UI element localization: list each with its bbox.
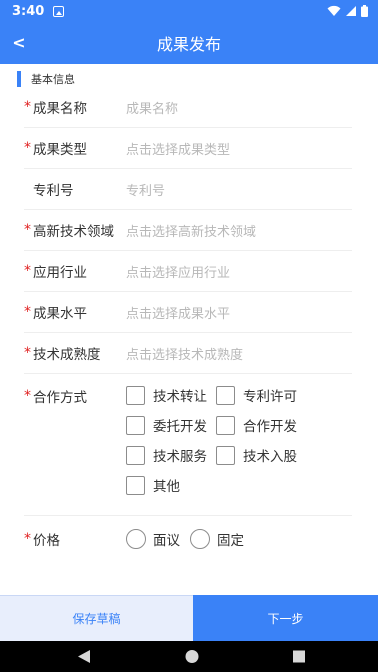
- nav-home-icon[interactable]: [185, 649, 199, 664]
- checkbox-tech-service[interactable]: 技术服务: [126, 444, 207, 466]
- battery-icon: [361, 5, 368, 17]
- tech-maturity-select[interactable]: 点击选择技术成熟度: [126, 344, 243, 363]
- field-label: 技术成熟度: [33, 347, 101, 363]
- status-icons: [327, 5, 368, 17]
- checkbox-box[interactable]: [126, 475, 145, 495]
- field-application-industry[interactable]: * 应用行业 点击选择应用行业: [24, 251, 352, 292]
- nav-recents-icon[interactable]: [292, 649, 306, 664]
- section-header: 基本信息: [0, 70, 75, 88]
- required-mark: *: [24, 345, 31, 361]
- checkbox-label: 技术转让: [153, 389, 207, 405]
- cooperation-label-wrap: * 合作方式: [24, 384, 87, 408]
- checkbox-box[interactable]: [126, 415, 145, 435]
- checkbox-label: 委托开发: [153, 419, 207, 435]
- required-mark: *: [24, 263, 31, 279]
- checkbox-label: 技术入股: [243, 449, 297, 465]
- field-label: 高新技术领域: [33, 224, 114, 240]
- required-mark: *: [24, 304, 31, 320]
- required-mark: *: [24, 99, 31, 115]
- field-label: 价格: [33, 533, 60, 549]
- field-hightech-domain[interactable]: * 高新技术领域 点击选择高新技术领域: [24, 210, 352, 251]
- achievement-level-select[interactable]: 点击选择成果水平: [126, 303, 230, 322]
- patent-number-input[interactable]: 专利号: [126, 180, 165, 199]
- radio-fixed[interactable]: 固定: [190, 528, 244, 550]
- signal-icon: [346, 6, 356, 16]
- form-content: 基本信息 * 成果名称 成果名称 * 成果类型 点击选择成果类型 专利号 专利号…: [0, 64, 378, 595]
- checkbox-box[interactable]: [216, 415, 235, 435]
- checkbox-box[interactable]: [126, 385, 145, 405]
- checkbox-label: 技术服务: [153, 449, 207, 465]
- radio-label: 面议: [153, 533, 180, 549]
- section-label: 基本信息: [31, 73, 75, 86]
- app-bar: < 成果发布: [0, 22, 378, 64]
- field-label: 成果名称: [33, 101, 87, 117]
- bottom-action-bar: 保存草稿 下一步: [0, 595, 378, 641]
- checkbox-tech-transfer[interactable]: 技术转让: [126, 384, 207, 406]
- system-nav-bar: [0, 641, 378, 672]
- achievement-name-input[interactable]: 成果名称: [126, 98, 178, 117]
- required-mark: *: [24, 222, 31, 238]
- page-title: 成果发布: [156, 35, 221, 54]
- checkbox-box[interactable]: [216, 385, 235, 405]
- nav-back-icon[interactable]: [77, 649, 91, 664]
- checkbox-label: 专利许可: [243, 389, 297, 405]
- status-bar: 3:40: [0, 0, 378, 22]
- field-label: 成果类型: [33, 142, 87, 158]
- field-label: 应用行业: [33, 265, 87, 281]
- checkbox-commissioned-dev[interactable]: 委托开发: [126, 414, 207, 436]
- achievement-type-select[interactable]: 点击选择成果类型: [126, 139, 230, 158]
- radio-label: 固定: [217, 533, 244, 549]
- save-draft-button[interactable]: 保存草稿: [0, 595, 193, 641]
- field-achievement-type[interactable]: * 成果类型 点击选择成果类型: [24, 128, 352, 169]
- required-mark: *: [24, 388, 31, 404]
- back-button[interactable]: <: [8, 28, 30, 56]
- field-label: 专利号: [33, 183, 74, 199]
- checkbox-label: 合作开发: [243, 419, 297, 435]
- field-achievement-name[interactable]: * 成果名称 成果名称: [24, 87, 352, 128]
- checkbox-label: 其他: [153, 479, 180, 495]
- checkbox-joint-dev[interactable]: 合作开发: [216, 414, 297, 436]
- notification-icon: [53, 5, 65, 17]
- field-patent-number[interactable]: 专利号 专利号: [24, 169, 352, 210]
- checkbox-tech-equity[interactable]: 技术入股: [216, 444, 297, 466]
- checkbox-other[interactable]: 其他: [126, 474, 180, 496]
- status-time: 3:40: [12, 3, 45, 19]
- radio-circle[interactable]: [190, 529, 210, 549]
- required-mark: *: [24, 531, 31, 547]
- field-label: 成果水平: [33, 306, 87, 322]
- next-step-button[interactable]: 下一步: [193, 595, 378, 641]
- radio-circle[interactable]: [126, 529, 146, 549]
- field-cooperation-mode: * 合作方式 技术转让 专利许可 委托开发 合作开发 技术服务 技术入股 其他: [24, 382, 352, 516]
- required-mark: *: [24, 140, 31, 156]
- field-tech-maturity[interactable]: * 技术成熟度 点击选择技术成熟度: [24, 333, 352, 374]
- checkbox-box[interactable]: [216, 445, 235, 465]
- radio-negotiable[interactable]: 面议: [126, 528, 180, 550]
- checkbox-box[interactable]: [126, 445, 145, 465]
- field-price: * 价格 面议 固定: [24, 519, 352, 559]
- hightech-domain-select[interactable]: 点击选择高新技术领域: [126, 221, 256, 240]
- application-industry-select[interactable]: 点击选择应用行业: [126, 262, 230, 281]
- field-achievement-level[interactable]: * 成果水平 点击选择成果水平: [24, 292, 352, 333]
- checkbox-patent-license[interactable]: 专利许可: [216, 384, 297, 406]
- section-accent-bar: [17, 71, 21, 87]
- wifi-icon: [327, 5, 341, 16]
- field-label: 合作方式: [33, 390, 87, 406]
